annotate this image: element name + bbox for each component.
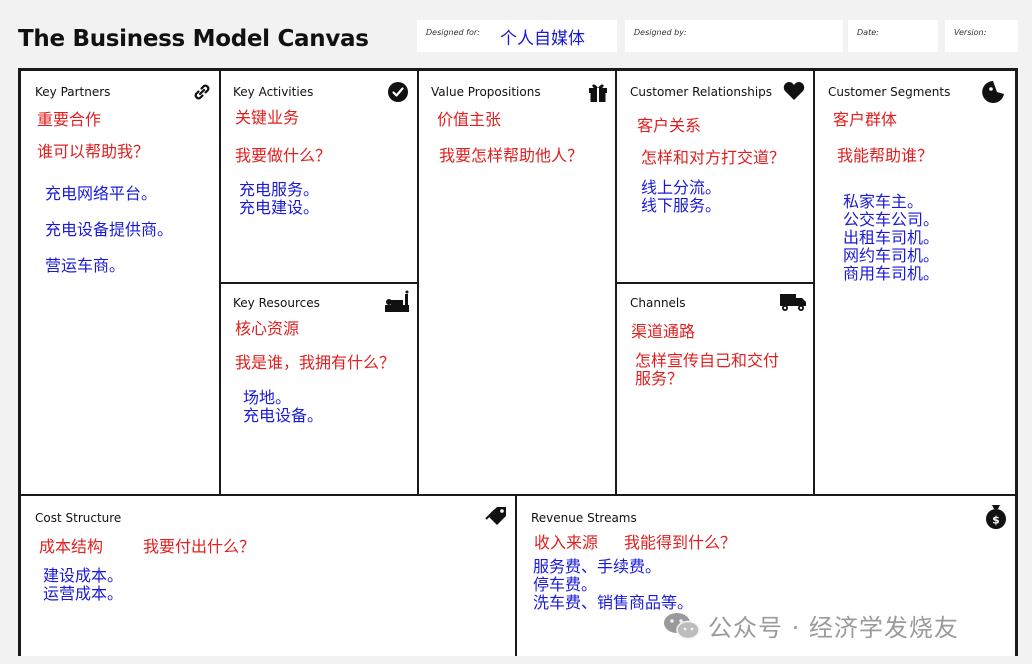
channels-question: 怎样宣传自己和交付 服务？ — [635, 351, 780, 388]
cost-structure-question-title: 成本结构 — [39, 537, 104, 556]
date-box[interactable]: Date: — [848, 20, 938, 52]
channels-header: Channels — [630, 296, 686, 310]
revenue-streams-header: Revenue Streams — [531, 511, 637, 525]
revenue-streams-question-title: 收入来源 — [534, 533, 599, 552]
check-circle-icon — [388, 82, 408, 102]
key-activities-question-title: 关键业务 — [235, 108, 300, 127]
value-propositions-header: Value Propositions — [431, 85, 541, 99]
customer-segments-question: 我能帮助谁？ — [837, 146, 934, 165]
key-resources-block[interactable]: Key Resources 核心资源 我是谁，我拥有什么？ 场地。 充电设备。 — [221, 284, 417, 494]
customer-relationships-answer: 线上分流。 线下服务。 — [641, 178, 722, 215]
money-bag-icon: $ — [986, 505, 1006, 529]
cost-structure-block[interactable]: Cost Structure 成本结构 我要付出什么？ 建设成本。 运营成本。 — [21, 496, 515, 656]
customer-segments-header: Customer Segments — [828, 85, 951, 99]
key-partners-block[interactable]: Key Partners 重要合作 谁可以帮助我？ 充电网络平台。 充电设备提供… — [21, 71, 219, 494]
value-propositions-question: 我要怎样帮助他人？ — [439, 146, 584, 165]
customer-segments-question-title: 客户群体 — [833, 110, 898, 129]
revenue-streams-question: 我能得到什么？ — [624, 533, 737, 552]
watermark: 公众号 · 经济学发烧友 — [708, 614, 959, 642]
date-label: Date: — [857, 28, 879, 37]
key-resources-question-title: 核心资源 — [235, 319, 300, 338]
customer-segments-block[interactable]: Customer Segments 客户群体 我能帮助谁？ 私家车主。 公交车公… — [815, 71, 1015, 494]
customer-relationships-header: Customer Relationships — [630, 85, 773, 99]
gift-icon — [589, 84, 607, 102]
cost-structure-answer: 建设成本。 运营成本。 — [43, 566, 124, 603]
key-partners-answer: 营运车商。 — [45, 256, 126, 275]
channels-block[interactable]: Channels 渠道通路 怎样宣传自己和交付 服务？ — [617, 284, 813, 494]
channels-question-title: 渠道通路 — [631, 322, 696, 341]
value-propositions-block[interactable]: Value Propositions 价值主张 我要怎样帮助他人？ — [419, 71, 615, 494]
key-partners-header: Key Partners — [35, 85, 111, 99]
designed-by-box[interactable]: Designed by: — [625, 20, 843, 52]
tag-icon — [485, 507, 506, 525]
customer-segments-answer: 私家车主。 公交车公司。 出租车司机。 网约车司机。 商用车司机。 — [843, 192, 940, 283]
key-activities-question: 我要做什么？ — [235, 146, 332, 165]
designed-for-value: 个人自媒体 — [500, 29, 585, 49]
designed-for-label: Designed for: — [426, 28, 480, 37]
designed-for-box[interactable]: Designed for: 个人自媒体 — [417, 20, 617, 52]
key-resources-header: Key Resources — [233, 296, 320, 310]
key-partners-question-title: 重要合作 — [37, 110, 102, 129]
customer-relationships-question-title: 客户关系 — [637, 116, 702, 135]
cost-structure-question: 我要付出什么？ — [143, 537, 256, 556]
cost-structure-header: Cost Structure — [35, 511, 122, 525]
value-propositions-question-title: 价值主张 — [437, 110, 502, 129]
factory-icon — [385, 290, 409, 312]
page-title: The Business Model Canvas — [18, 26, 369, 52]
revenue-streams-answer: 服务费、手续费。 停车费。 洗车费、销售商品等。 — [533, 557, 694, 612]
key-activities-answer: 充电服务。 充电建设。 — [239, 180, 320, 217]
canvas-board: Key Partners 重要合作 谁可以帮助我？ 充电网络平台。 充电设备提供… — [18, 68, 1018, 656]
key-activities-header: Key Activities — [233, 85, 314, 99]
key-activities-block[interactable]: Key Activities 关键业务 我要做什么？ 充电服务。 充电建设。 — [221, 71, 417, 282]
designed-by-label: Designed by: — [634, 28, 687, 37]
version-box[interactable]: Version: — [945, 20, 1018, 52]
heart-icon — [783, 82, 805, 100]
svg-text:$: $ — [992, 514, 1000, 527]
truck-icon — [780, 294, 806, 311]
wechat-icon — [664, 613, 700, 640]
link-icon — [194, 84, 210, 100]
version-label: Version: — [954, 28, 987, 37]
customer-relationships-question: 怎样和对方打交道？ — [641, 148, 786, 167]
key-resources-question: 我是谁，我拥有什么？ — [235, 353, 396, 372]
key-partners-question: 谁可以帮助我？ — [37, 142, 150, 161]
key-partners-answer: 充电设备提供商。 — [45, 220, 174, 239]
customer-relationships-block[interactable]: Customer Relationships 客户关系 怎样和对方打交道？ 线上… — [617, 71, 813, 282]
key-resources-answer: 场地。 充电设备。 — [243, 388, 324, 425]
key-partners-answer: 充电网络平台。 — [45, 184, 158, 203]
face-icon — [982, 81, 1004, 103]
